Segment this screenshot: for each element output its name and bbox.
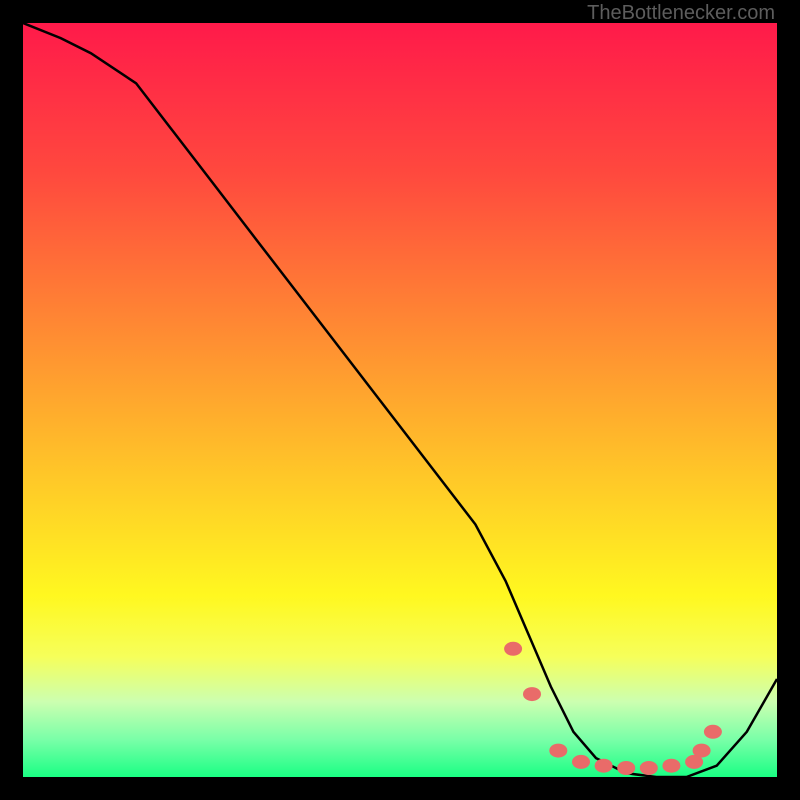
watermark-text: TheBottlenecker.com [587,2,775,25]
gradient-background [23,23,777,777]
chart-area [23,23,777,777]
